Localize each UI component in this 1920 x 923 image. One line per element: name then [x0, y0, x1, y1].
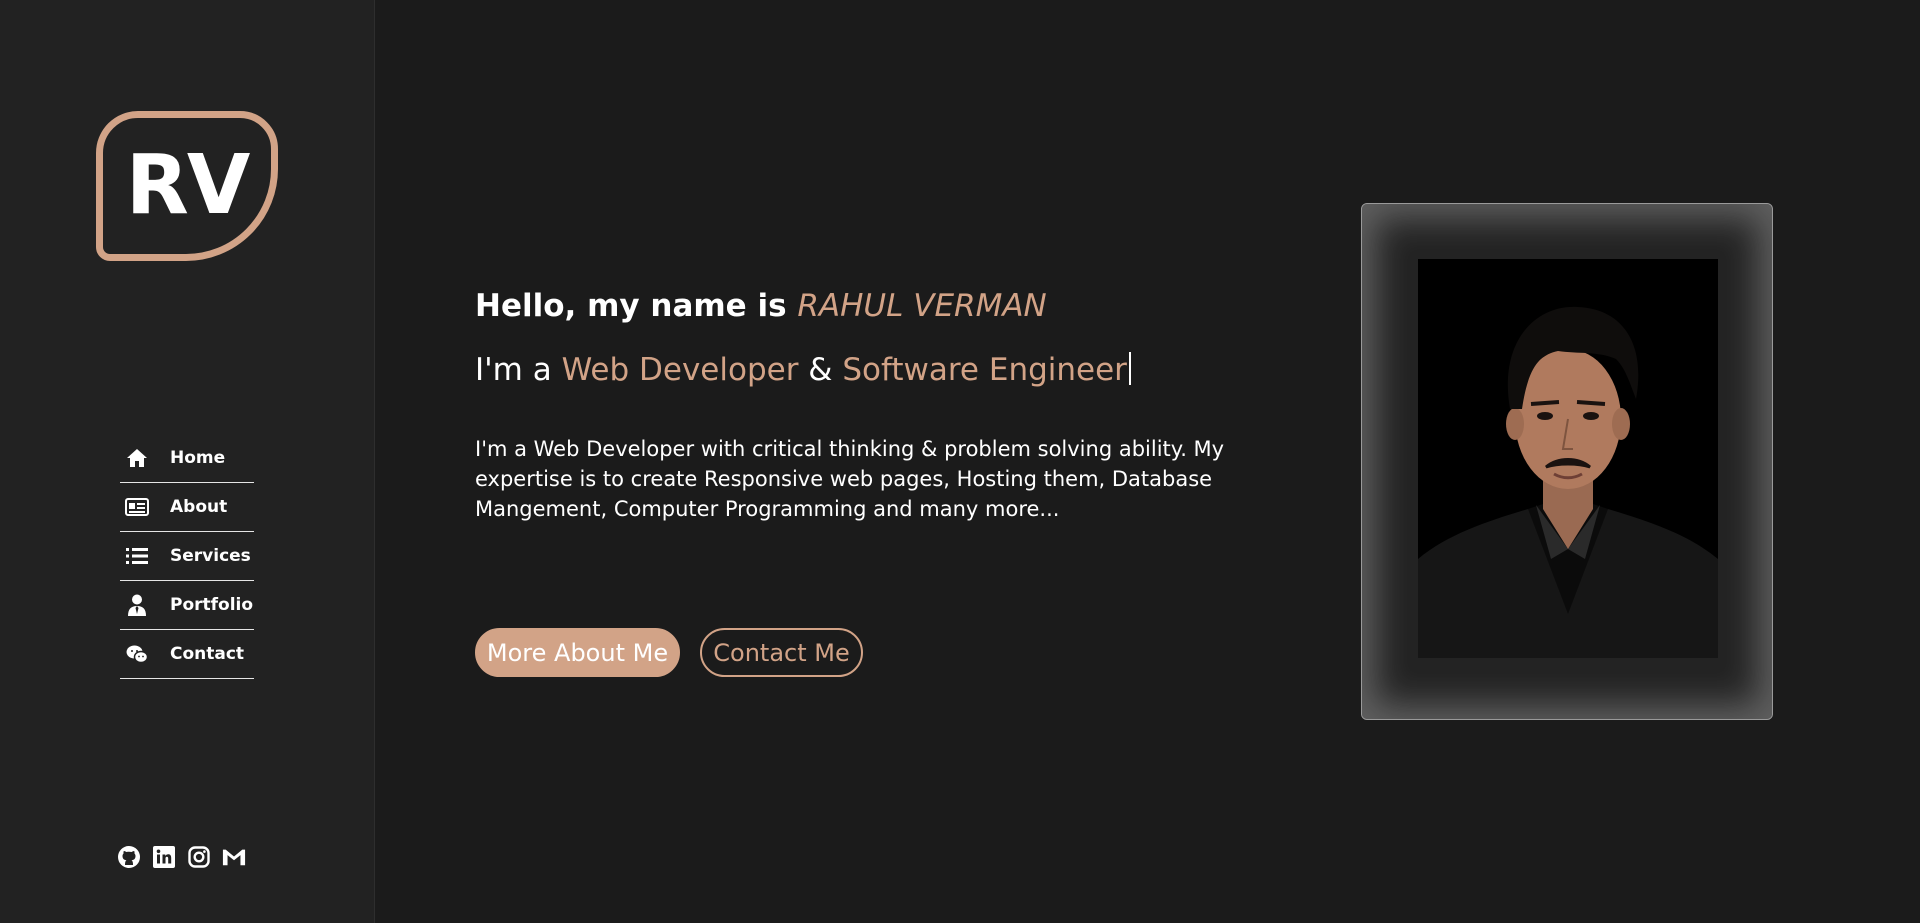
nav-item-portfolio[interactable]: Portfolio — [120, 581, 254, 630]
linkedin-icon[interactable] — [152, 845, 176, 869]
nav-label: Services — [170, 546, 251, 566]
nav-label: Home — [170, 448, 226, 468]
nav-menu: Home About Services Portfolio Contact — [120, 434, 254, 679]
nav-item-contact[interactable]: Contact — [120, 630, 254, 679]
nav-label: About — [170, 497, 228, 517]
chat-icon — [124, 643, 150, 665]
github-icon[interactable] — [117, 845, 141, 869]
profile-photo-frame — [1361, 203, 1773, 720]
more-about-me-button[interactable]: More About Me — [475, 628, 680, 677]
contact-me-button[interactable]: Contact Me — [700, 628, 863, 677]
role-joiner: & — [798, 352, 843, 388]
owner-name: RAHUL VERMAN — [797, 288, 1047, 324]
greeting-prefix: Hello, my name is — [475, 288, 798, 324]
intro-description: I'm a Web Developer with critical thinki… — [475, 437, 1225, 521]
typing-cursor — [1128, 352, 1131, 385]
gmail-icon[interactable] — [222, 845, 246, 869]
role-heading: I'm a Web Developer & Software Engineer — [475, 352, 1131, 388]
user-tie-icon — [124, 594, 150, 616]
role-web-developer: Web Developer — [561, 352, 799, 388]
id-card-icon — [124, 496, 150, 518]
profile-photo — [1418, 259, 1718, 658]
logo-text: RV — [125, 138, 251, 233]
instagram-icon[interactable] — [187, 845, 211, 869]
role-prefix: I'm a — [475, 352, 562, 388]
logo[interactable]: RV — [96, 111, 278, 261]
home-icon — [124, 447, 150, 469]
nav-label: Portfolio — [170, 595, 254, 615]
social-links — [117, 845, 246, 869]
role-software-engineer: Software Engineer — [842, 352, 1127, 388]
nav-item-home[interactable]: Home — [120, 434, 254, 483]
nav-label: Contact — [170, 644, 245, 664]
greeting-heading: Hello, my name is RAHUL VERMAN — [475, 288, 1047, 324]
sidebar: RV Home About Services Portfolio Contact — [0, 0, 375, 923]
list-icon — [124, 545, 150, 567]
nav-item-services[interactable]: Services — [120, 532, 254, 581]
nav-item-about[interactable]: About — [120, 483, 254, 532]
